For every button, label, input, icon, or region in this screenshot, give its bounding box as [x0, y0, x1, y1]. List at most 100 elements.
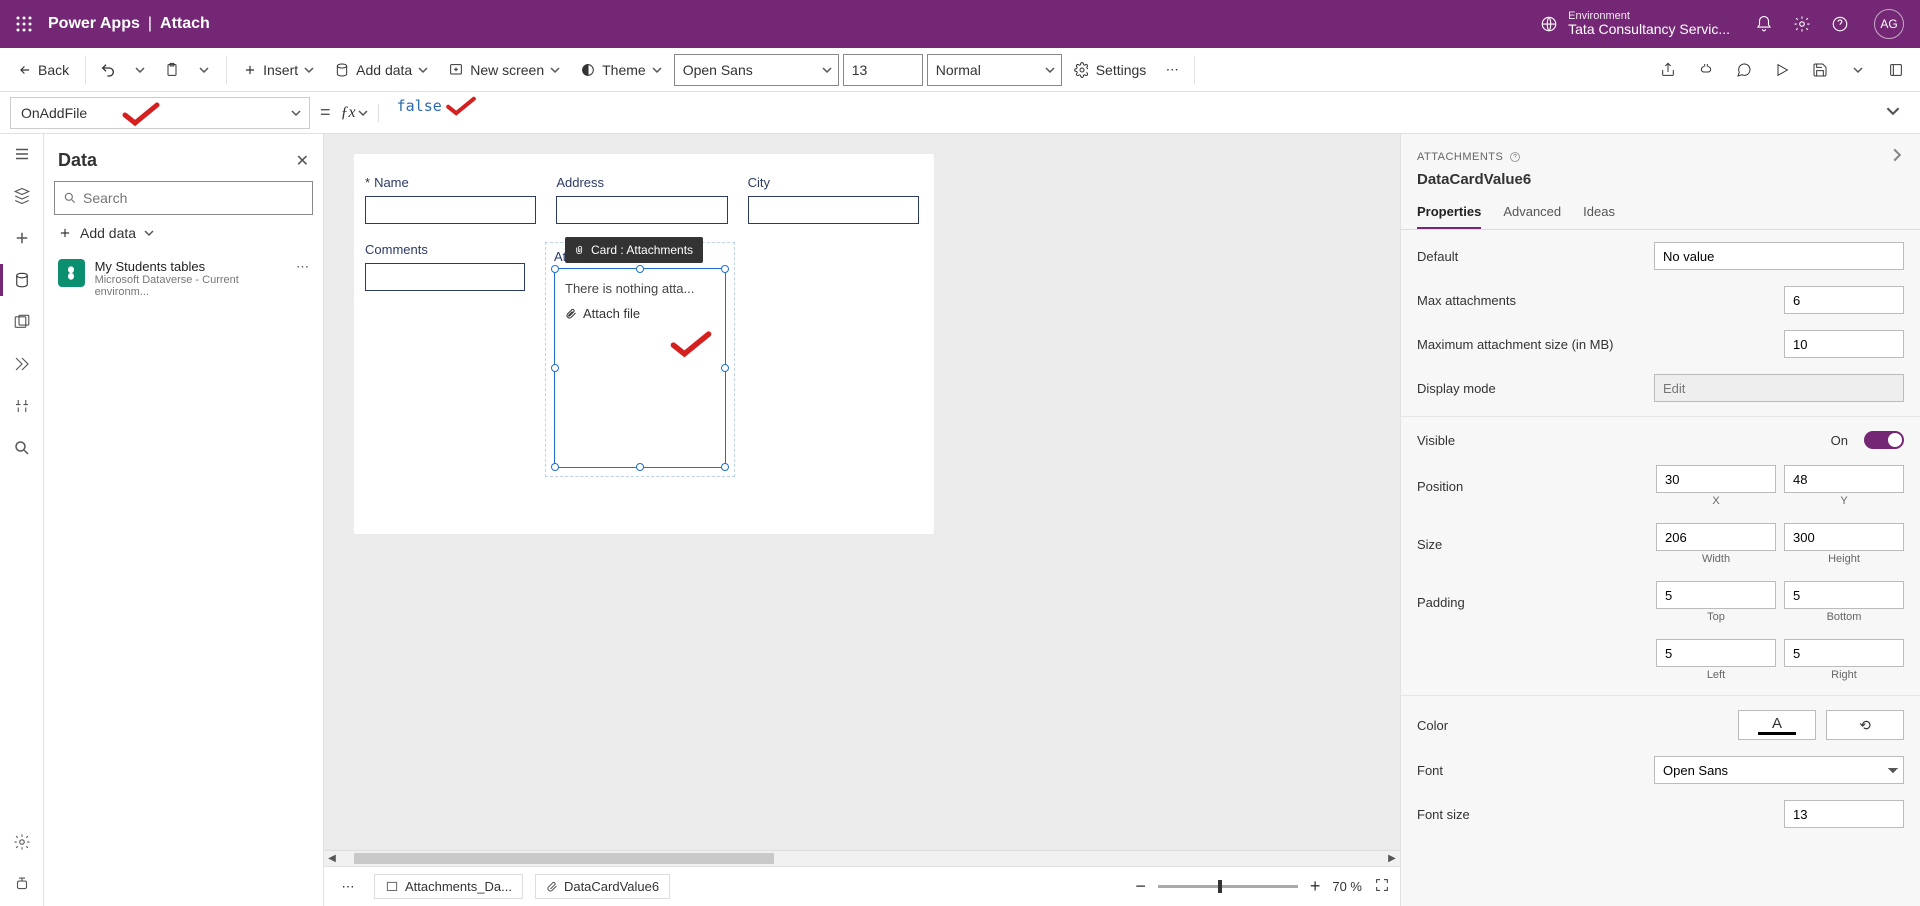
field-label-city: City	[748, 175, 919, 190]
close-icon[interactable]: ✕	[296, 151, 309, 171]
prop-label-font: Font	[1417, 763, 1644, 778]
add-data-button[interactable]: Add data	[326, 58, 436, 82]
theme-button[interactable]: Theme	[572, 58, 670, 82]
field-label-name: Name	[374, 175, 409, 190]
prop-label-visible: Visible	[1417, 433, 1821, 448]
field-label-comments: Comments	[365, 242, 525, 257]
tab-advanced[interactable]: Advanced	[1503, 204, 1561, 229]
fit-screen-icon[interactable]	[1374, 877, 1390, 896]
tab-ideas[interactable]: Ideas	[1583, 204, 1615, 229]
prop-default-input[interactable]	[1654, 242, 1904, 270]
tab-properties[interactable]: Properties	[1417, 204, 1481, 229]
tools-icon[interactable]	[10, 394, 34, 418]
pad-right-input[interactable]	[1784, 639, 1904, 667]
breadcrumb-overflow[interactable]: ⋯	[334, 873, 362, 901]
environment-picker[interactable]: Environment Tata Consultancy Servic...	[1540, 10, 1730, 37]
font-weight-select[interactable]: Normal	[927, 54, 1062, 86]
attachments-control[interactable]: Card : Attachments There is nothing atta…	[554, 268, 726, 468]
font-color-picker[interactable]: A	[1738, 710, 1816, 740]
comments-icon[interactable]	[1730, 56, 1758, 84]
notifications-icon[interactable]	[1754, 14, 1774, 34]
paste-button[interactable]	[158, 56, 186, 84]
property-select[interactable]: OnAddFile	[10, 97, 310, 129]
collapse-panel-icon[interactable]	[1890, 148, 1904, 165]
prop-label-position: Position	[1417, 479, 1646, 494]
undo-dropdown[interactable]	[126, 56, 154, 84]
overflow-button[interactable]: ⋯	[1158, 56, 1186, 84]
empty-text: There is nothing atta...	[555, 269, 725, 300]
control-category: ATTACHMENTS	[1417, 151, 1521, 163]
hamburger-icon[interactable]	[10, 142, 34, 166]
pad-bottom-input[interactable]	[1784, 581, 1904, 609]
visible-toggle[interactable]	[1864, 431, 1904, 449]
font-select[interactable]: Open Sans	[674, 54, 839, 86]
back-button[interactable]: Back	[10, 58, 77, 82]
share-icon[interactable]	[1654, 56, 1682, 84]
height-input[interactable]	[1784, 523, 1904, 551]
command-toolbar: Back Insert Add data New screen Theme Op…	[0, 48, 1920, 92]
zoom-out-button[interactable]: −	[1135, 876, 1146, 897]
brand-title: Power Apps|Attach	[48, 15, 210, 33]
city-input[interactable]	[748, 196, 919, 224]
font-select-prop[interactable]: Open Sans	[1654, 756, 1904, 784]
settings-rail-icon[interactable]	[10, 830, 34, 854]
data-source-item[interactable]: My Students tables Microsoft Dataverse -…	[54, 251, 313, 306]
insert-button[interactable]: Insert	[235, 58, 322, 82]
formula-input[interactable]: false	[389, 97, 1876, 129]
font-size-input-prop[interactable]	[1784, 800, 1904, 828]
data-panel: Data ✕ Add data My Students tables Micro…	[44, 134, 324, 906]
flows-icon[interactable]	[10, 352, 34, 376]
save-dropdown[interactable]	[1844, 56, 1872, 84]
save-icon[interactable]	[1806, 56, 1834, 84]
data-icon[interactable]	[10, 268, 34, 292]
app-header: Power Apps|Attach Environment Tata Consu…	[0, 0, 1920, 48]
tree-view-icon[interactable]	[10, 184, 34, 208]
fill-color-picker[interactable]: ⟲	[1826, 710, 1904, 740]
add-data-link[interactable]: Add data	[54, 215, 313, 251]
settings-button[interactable]: Settings	[1066, 58, 1155, 82]
new-screen-button[interactable]: New screen	[440, 58, 568, 82]
form[interactable]: *Name Address City Comments	[354, 154, 934, 534]
user-avatar[interactable]: AG	[1874, 9, 1904, 39]
fx-icon[interactable]: ƒx	[341, 104, 379, 122]
width-input[interactable]	[1656, 523, 1776, 551]
search-input[interactable]	[54, 181, 313, 215]
search-rail-icon[interactable]	[10, 436, 34, 460]
breadcrumb-screen[interactable]: Attachments_Da...	[374, 874, 523, 899]
dataverse-icon	[58, 259, 85, 287]
prop-label-size: Size	[1417, 537, 1646, 552]
zoom-slider[interactable]	[1158, 885, 1298, 888]
waffle-icon[interactable]	[8, 8, 40, 40]
more-icon[interactable]: ⋯	[296, 259, 309, 275]
horizontal-scrollbar[interactable]: ◀▶	[324, 850, 1400, 866]
prop-displaymode-input	[1654, 374, 1904, 402]
paste-dropdown[interactable]	[190, 56, 218, 84]
media-icon[interactable]	[10, 310, 34, 334]
pos-x-input[interactable]	[1656, 465, 1776, 493]
name-input[interactable]	[365, 196, 536, 224]
left-rail	[0, 134, 44, 906]
attachments-card[interactable]: Attachments Card : Attachments There is …	[545, 242, 735, 477]
checker-icon[interactable]	[1692, 56, 1720, 84]
prop-label-default: Default	[1417, 249, 1644, 264]
pos-y-input[interactable]	[1784, 465, 1904, 493]
prop-maxsize-input[interactable]	[1784, 330, 1904, 358]
help-icon[interactable]	[1830, 14, 1850, 34]
prop-label-maxatt: Max attachments	[1417, 293, 1774, 308]
address-input[interactable]	[556, 196, 727, 224]
undo-button[interactable]	[94, 56, 122, 84]
font-size-input[interactable]: 13	[843, 54, 923, 86]
publish-icon[interactable]	[1882, 56, 1910, 84]
pad-left-input[interactable]	[1656, 639, 1776, 667]
expand-formula-icon[interactable]	[1886, 104, 1910, 121]
pad-top-input[interactable]	[1656, 581, 1776, 609]
breadcrumb-control[interactable]: DataCardValue6	[535, 874, 670, 899]
zoom-in-button[interactable]: +	[1310, 876, 1321, 897]
attach-file-button[interactable]: Attach file	[555, 300, 725, 327]
comments-input[interactable]	[365, 263, 525, 291]
add-icon[interactable]	[10, 226, 34, 250]
settings-gear-icon[interactable]	[1792, 14, 1812, 34]
preview-icon[interactable]	[1768, 56, 1796, 84]
prop-maxatt-input[interactable]	[1784, 286, 1904, 314]
virtual-agent-icon[interactable]	[10, 872, 34, 896]
